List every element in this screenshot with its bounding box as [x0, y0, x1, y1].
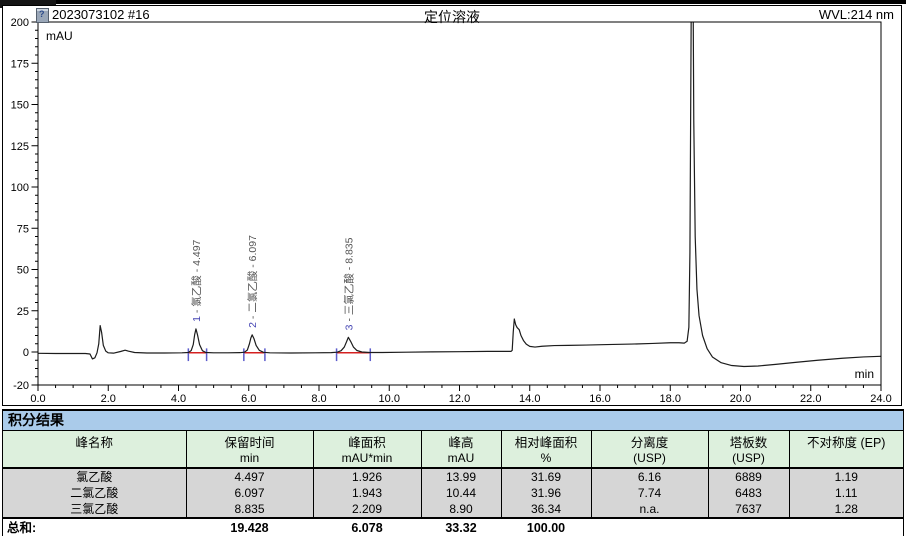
cell-relative-area: 31.69 — [501, 468, 591, 485]
cell-peak-name: 三氯乙酸 — [3, 501, 186, 518]
x-axis-label: 10.0 — [379, 393, 400, 405]
cell-plates: 6483 — [708, 485, 789, 501]
cell-retention: 8.835 — [186, 501, 313, 518]
cell-retention: 4.497 — [186, 468, 313, 485]
cell-height: 13.99 — [421, 468, 501, 485]
cell-plates: 6889 — [708, 468, 789, 485]
col-header-peak-height[interactable]: 峰高mAU — [421, 431, 501, 468]
table-row[interactable]: 氯乙酸 4.497 1.926 13.99 31.69 6.16 6889 1.… — [3, 468, 903, 485]
x-axis-label: 14.0 — [519, 393, 540, 405]
x-axis-label: 0.0 — [30, 393, 45, 405]
cell-relative-area: 36.34 — [501, 501, 591, 518]
chromatography-report: 2023073102 #16 定位溶液 WVL:214 nm 0.0 2.0 4.0… — [0, 0, 906, 536]
x-axis-label: 4.0 — [171, 393, 186, 405]
chromatogram-panel: 2023073102 #16 定位溶液 WVL:214 nm 0.0 2.0 4.0… — [2, 5, 902, 406]
cell-peak-name: 二氯乙酸 — [3, 485, 186, 501]
integration-results-table: 峰名称 保留时间min 峰面积mAU*min 峰高mAU 相对峰面积% 分离度(… — [3, 431, 903, 536]
y-axis-label: 25 — [17, 306, 29, 318]
col-header-asymmetry[interactable]: 不对称度 (EP) — [789, 431, 903, 468]
col-header-plates[interactable]: 塔板数(USP) — [708, 431, 789, 468]
cell-asymmetry: 1.19 — [789, 468, 903, 485]
y-axis-label: 150 — [11, 100, 29, 112]
signal-curve — [38, 6, 881, 367]
cell-area: 2.209 — [313, 501, 421, 518]
results-section-title: 积分结果 — [3, 411, 903, 431]
table-header-row: 峰名称 保留时间min 峰面积mAU*min 峰高mAU 相对峰面积% 分离度(… — [3, 431, 903, 468]
cell-plates: 7637 — [708, 501, 789, 518]
y-axis-label: 125 — [11, 141, 29, 153]
cell-height: 10.44 — [421, 485, 501, 501]
x-axis-label: 20.0 — [730, 393, 751, 405]
total-retention: 19.428 — [186, 518, 313, 536]
total-row: 总和: 19.428 6.078 33.32 100.00 — [3, 518, 903, 536]
total-relative-area: 100.00 — [501, 518, 591, 536]
total-height: 33.32 — [421, 518, 501, 536]
y-axis-label: 175 — [11, 58, 29, 70]
wavelength-label: WVL:214 nm — [819, 7, 894, 22]
table-row[interactable]: 三氯乙酸 8.835 2.209 8.90 36.34 n.a. 7637 1.… — [3, 501, 903, 518]
peak-label: 3 - 三氯乙酸 - 8.835 — [342, 237, 355, 330]
chromatogram-plot[interactable]: 0.02.04.06.08.010.012.014.016.018.020.02… — [3, 6, 901, 405]
x-axis-label: 6.0 — [241, 393, 256, 405]
cell-resolution: 6.16 — [591, 468, 708, 485]
y-axis-label: -20 — [13, 380, 29, 392]
x-axis-label: 16.0 — [589, 393, 610, 405]
x-axis-label: 8.0 — [311, 393, 326, 405]
x-axis-label: 22.0 — [800, 393, 821, 405]
total-label: 总和: — [3, 518, 186, 536]
y-axis-label: 75 — [17, 223, 29, 235]
cell-resolution: 7.74 — [591, 485, 708, 501]
integration-results-section: 积分结果 峰名称 保留时间min 峰面积mAU*min 峰高mAU 相对峰面积%… — [2, 409, 904, 536]
window-top-strip — [0, 0, 906, 4]
x-axis-label: 2.0 — [101, 393, 116, 405]
total-area: 6.078 — [313, 518, 421, 536]
chart-header: 2023073102 #16 定位溶液 WVL:214 nm — [3, 6, 901, 24]
cell-asymmetry: 1.28 — [789, 501, 903, 518]
chart-title: 定位溶液 — [3, 7, 901, 27]
x-axis-label: 18.0 — [660, 393, 681, 405]
col-header-peak-area[interactable]: 峰面积mAU*min — [313, 431, 421, 468]
cell-area: 1.943 — [313, 485, 421, 501]
cell-peak-name: 氯乙酸 — [3, 468, 186, 485]
cell-asymmetry: 1.11 — [789, 485, 903, 501]
cell-relative-area: 31.96 — [501, 485, 591, 501]
cell-retention: 6.097 — [186, 485, 313, 501]
peak-label: 2 - 二氯乙酸 - 6.097 — [246, 235, 259, 328]
cell-area: 1.926 — [313, 468, 421, 485]
cell-height: 8.90 — [421, 501, 501, 518]
y-unit-label: mAU — [46, 29, 73, 43]
x-unit-label: min — [855, 367, 874, 381]
table-row[interactable]: 二氯乙酸 6.097 1.943 10.44 31.96 7.74 6483 1… — [3, 485, 903, 501]
cell-resolution: n.a. — [591, 501, 708, 518]
y-axis-label: 0 — [23, 347, 29, 359]
peak-label: 1 - 氯乙酸 - 4.497 — [190, 239, 203, 321]
y-axis-label: 50 — [17, 265, 29, 277]
col-header-peak-name[interactable]: 峰名称 — [3, 431, 186, 468]
y-axis-label: 100 — [11, 182, 29, 194]
col-header-relative-area[interactable]: 相对峰面积% — [501, 431, 591, 468]
x-axis-label: 24.0 — [870, 393, 891, 405]
x-axis-label: 12.0 — [449, 393, 470, 405]
col-header-retention-time[interactable]: 保留时间min — [186, 431, 313, 468]
plot-border — [38, 22, 881, 385]
col-header-resolution[interactable]: 分离度(USP) — [591, 431, 708, 468]
